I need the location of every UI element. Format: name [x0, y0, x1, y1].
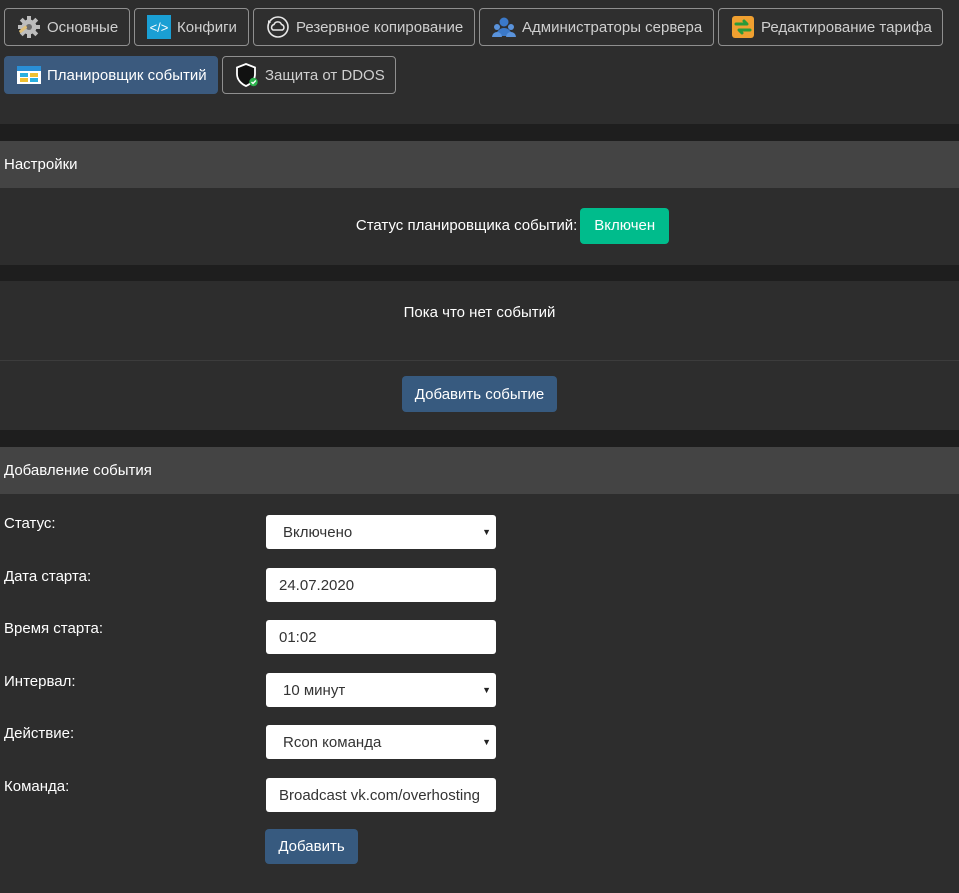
command-value: Broadcast vk.com/overhosting — [279, 786, 480, 804]
add-event-button[interactable]: Добавить событие — [402, 376, 557, 412]
code-icon: </> — [147, 15, 171, 39]
interval-label: Интервал: — [4, 673, 76, 690]
interval-select[interactable]: 10 минут ▼ — [266, 673, 496, 707]
section-separator — [0, 430, 959, 447]
tab-configs[interactable]: </> Конфиги — [134, 8, 249, 46]
interval-value: 10 минут — [283, 681, 346, 699]
scheduler-status-toggle[interactable]: Включен — [580, 207, 670, 244]
tab-ddos[interactable]: Защита от DDOS — [222, 56, 396, 94]
gear-icon — [17, 15, 41, 39]
command-input[interactable]: Broadcast vk.com/overhosting — [266, 778, 496, 812]
tab-tariff[interactable]: Редактирование тарифа — [718, 8, 943, 46]
tab-admins[interactable]: Администраторы сервера — [479, 8, 714, 46]
page: Основные </> Конфиги Резервное копирован… — [0, 0, 959, 893]
submit-event-button[interactable]: Добавить — [265, 829, 358, 864]
section-separator — [0, 124, 959, 141]
svg-text:</>: </> — [150, 20, 169, 35]
tab-label: Резервное копирование — [296, 18, 464, 36]
cloud-backup-icon — [266, 15, 290, 39]
chevron-down-icon: ▼ — [482, 737, 491, 747]
add-event-title: Добавление события — [4, 462, 152, 479]
tab-label: Защита от DDOS — [265, 66, 385, 84]
tab-basic[interactable]: Основные — [4, 8, 130, 46]
status-value: Включено — [283, 523, 353, 541]
start-date-input[interactable]: 24.07.2020 — [266, 568, 496, 602]
start-date-label: Дата старта: — [4, 568, 92, 585]
scheduler-icon — [17, 63, 41, 87]
tab-label: Администраторы сервера — [522, 18, 703, 36]
section-separator — [0, 265, 959, 281]
add-event-header: Добавление события — [0, 447, 959, 494]
command-label: Команда: — [4, 778, 70, 795]
tab-backup[interactable]: Резервное копирование — [253, 8, 475, 46]
tab-scheduler[interactable]: Планировщик событий — [4, 56, 218, 94]
shield-icon — [235, 63, 259, 87]
events-divider — [0, 360, 959, 361]
add-event-row: Добавить событие — [0, 376, 959, 412]
start-time-input[interactable]: 01:02 — [266, 620, 496, 654]
start-time-value: 01:02 — [279, 628, 317, 646]
start-time-label: Время старта: — [4, 620, 104, 637]
scheduler-status-label: Статус планировщика событий: — [355, 217, 578, 234]
tab-label: Планировщик событий — [47, 66, 207, 84]
settings-title: Настройки — [4, 156, 78, 173]
scheduler-status-row: Статус планировщика событий: Включен — [0, 207, 959, 244]
exchange-icon — [731, 15, 755, 39]
chevron-down-icon: ▼ — [482, 527, 491, 537]
tab-label: Конфиги — [177, 18, 237, 36]
start-date-value: 24.07.2020 — [279, 576, 355, 594]
events-empty-text: Пока что нет событий — [403, 303, 556, 321]
chevron-down-icon: ▼ — [482, 685, 491, 695]
action-label: Действие: — [4, 725, 75, 742]
status-label: Статус: — [4, 515, 56, 532]
action-select[interactable]: Rcon команда ▼ — [266, 725, 496, 759]
settings-header: Настройки — [0, 141, 959, 188]
users-icon — [492, 15, 516, 39]
status-select[interactable]: Включено ▼ — [266, 515, 496, 549]
events-empty-row: Пока что нет событий — [0, 300, 959, 324]
tab-label: Основные — [47, 18, 119, 36]
action-value: Rcon команда — [283, 733, 382, 751]
tab-label: Редактирование тарифа — [761, 18, 932, 36]
